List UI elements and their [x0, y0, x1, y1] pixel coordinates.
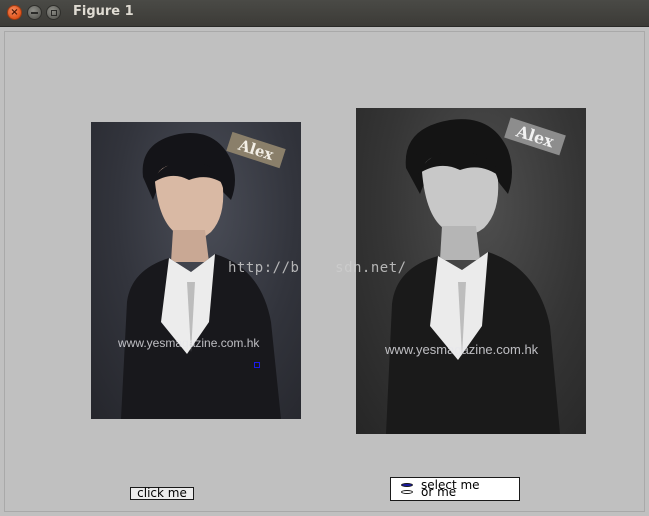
radio-option-or-me[interactable]: or me	[401, 485, 457, 499]
image-watermark: www.yesmagazine.com.hk	[118, 336, 260, 350]
blog-watermark: http://b sdn.net/	[228, 260, 407, 276]
maximize-button[interactable]	[46, 5, 61, 20]
radio-group: select me or me	[390, 477, 520, 501]
figure-window: × Figure 1 Alex www.yesmagazine.com.hk A…	[0, 0, 649, 516]
window-title: Figure 1	[73, 4, 134, 19]
title-bar[interactable]: × Figure 1	[0, 0, 649, 27]
image-watermark: www.yesmagazine.com.hk	[385, 342, 539, 357]
click-me-button[interactable]: click me	[130, 487, 194, 500]
minimize-icon	[31, 11, 38, 14]
radio-label: or me	[421, 485, 457, 499]
minimize-button[interactable]	[27, 5, 42, 20]
radio-unselected-icon[interactable]	[401, 490, 413, 494]
close-button[interactable]: ×	[7, 5, 22, 20]
marker-dot	[254, 362, 260, 368]
close-icon: ×	[10, 6, 19, 18]
maximize-icon	[50, 9, 57, 16]
